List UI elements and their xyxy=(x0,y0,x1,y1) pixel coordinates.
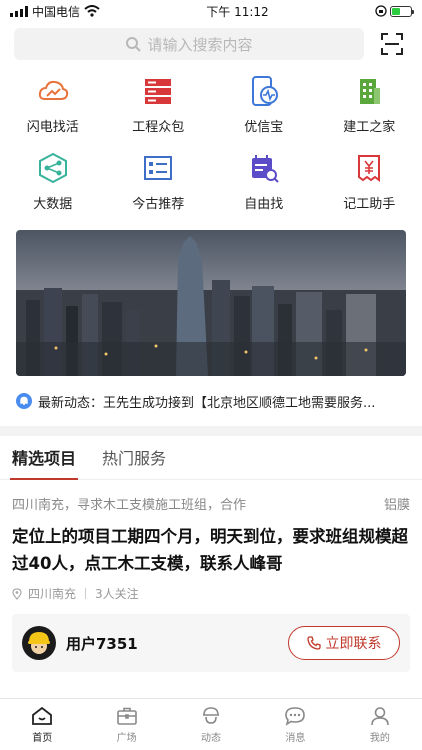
shortcut-grid: 闪电找活 工程众包 优信宝 建工之家 大数据 今古推荐 自由找 记工助手 xyxy=(0,62,422,224)
bottom-tab-bar: 首页 广场 动态 消息 我的 xyxy=(0,698,422,750)
tab-home[interactable]: 首页 xyxy=(0,699,84,750)
location-pin-icon xyxy=(12,587,22,600)
project-card[interactable]: 四川南充，寻求木工支模施工班组，合作 铝膜 定位上的项目工期四个月，明天到位，要… xyxy=(0,480,422,602)
shortcut-label: 闪电找活 xyxy=(26,120,79,135)
shortcut-label: 优信宝 xyxy=(244,120,284,135)
chat-icon xyxy=(285,706,306,726)
tab-featured-projects[interactable]: 精选项目 xyxy=(9,445,79,480)
shortcut-item[interactable]: 大数据 xyxy=(0,147,106,224)
tab-messages[interactable]: 消息 xyxy=(253,699,337,750)
tab-home-label: 首页 xyxy=(32,732,53,744)
project-subinfo: 四川南充 3人关注 xyxy=(12,585,410,602)
contact-now-label: 立即联系 xyxy=(325,636,382,652)
briefcase-icon xyxy=(116,707,137,725)
signal-icon xyxy=(10,5,28,17)
search-input[interactable]: 请输入搜索内容 xyxy=(14,28,364,60)
shortcut-label: 自由找 xyxy=(244,197,284,212)
phone-pulse-icon xyxy=(247,74,281,108)
shortcut-label: 工程众包 xyxy=(132,120,185,135)
receipt-yuan-icon xyxy=(352,151,386,185)
tab-messages-label: 消息 xyxy=(285,732,306,744)
shortcut-label: 今古推荐 xyxy=(132,197,185,212)
shortcut-label: 记工助手 xyxy=(343,197,396,212)
publisher-box: 用户7351 立即联系 xyxy=(12,614,410,672)
divider xyxy=(85,588,87,599)
avatar[interactable] xyxy=(22,626,56,660)
scan-icon xyxy=(381,33,403,55)
worker-icon xyxy=(203,706,220,724)
project-location: 四川南充 xyxy=(28,587,77,601)
status-left: 中国电信 xyxy=(10,3,100,20)
project-meta-text: 四川南充，寻求木工支模施工班组，合作 xyxy=(12,498,247,513)
section-divider xyxy=(0,426,422,436)
wifi-icon xyxy=(84,5,100,17)
battery-icon xyxy=(389,5,414,17)
tab-activity-label: 动态 xyxy=(201,732,222,744)
shortcut-item[interactable]: 今古推荐 xyxy=(106,147,212,224)
tab-mine[interactable]: 我的 xyxy=(338,699,422,750)
shortcut-item[interactable]: 建工之家 xyxy=(317,70,422,147)
content-tabs: 精选项目 热门服务 xyxy=(0,436,422,480)
shortcut-item[interactable]: 工程众包 xyxy=(106,70,212,147)
hardhat-avatar-icon xyxy=(28,632,50,654)
tab-plaza[interactable]: 广场 xyxy=(84,699,168,750)
tab-popular-services[interactable]: 热门服务 xyxy=(102,445,166,479)
shortcut-item[interactable]: 自由找 xyxy=(211,147,317,224)
tab-mine-label: 我的 xyxy=(369,732,390,744)
search-row: 请输入搜索内容 xyxy=(0,22,422,62)
search-icon xyxy=(126,37,142,52)
notification-bell-icon xyxy=(16,393,32,409)
shortcut-item[interactable]: 记工助手 xyxy=(317,147,422,224)
search-placeholder: 请输入搜索内容 xyxy=(147,35,253,54)
calendar-search-icon xyxy=(247,151,281,185)
project-meta: 四川南充，寻求木工支模施工班组，合作 铝膜 xyxy=(12,494,410,513)
city-banner-image xyxy=(16,230,406,376)
project-tag: 铝膜 xyxy=(383,498,410,513)
shortcut-item[interactable]: 优信宝 xyxy=(211,70,317,147)
publisher-info: 用户7351 xyxy=(22,626,138,660)
building-icon xyxy=(352,74,386,108)
lock-rotation-icon xyxy=(375,5,387,17)
shortcut-label: 建工之家 xyxy=(343,120,396,135)
carrier-label: 中国电信 xyxy=(32,4,81,19)
cloud-chart-icon xyxy=(36,74,70,108)
contact-now-button[interactable]: 立即联系 xyxy=(288,626,400,660)
shortcut-item[interactable]: 闪电找活 xyxy=(0,70,106,147)
project-followers: 3人关注 xyxy=(95,587,139,601)
list-card-icon xyxy=(141,151,175,185)
city-banner[interactable] xyxy=(16,230,406,376)
status-right xyxy=(375,5,414,17)
home-icon xyxy=(32,706,53,725)
status-bar: 中国电信 下午 11:12 xyxy=(0,0,422,22)
shortcut-label: 大数据 xyxy=(33,197,73,212)
project-title: 定位上的项目工期四个月，明天到位，要求班组规模超过40人，点工木工支模，联系人峰… xyxy=(12,527,408,573)
user-icon xyxy=(371,706,389,725)
network-hexagon-icon xyxy=(36,151,70,185)
scan-button[interactable] xyxy=(374,26,410,62)
tab-activity[interactable]: 动态 xyxy=(169,699,253,750)
tab-plaza-label: 广场 xyxy=(116,732,137,744)
news-text: 最新动态：王先生成功接到【北京地区顺德工地需要服务... xyxy=(38,395,376,411)
publisher-name: 用户7351 xyxy=(66,634,138,653)
server-stack-icon xyxy=(141,74,175,108)
status-time: 下午 11:12 xyxy=(206,4,269,19)
news-ticker[interactable]: 最新动态：王先生成功接到【北京地区顺德工地需要服务... xyxy=(0,376,422,426)
phone-icon xyxy=(306,636,321,650)
